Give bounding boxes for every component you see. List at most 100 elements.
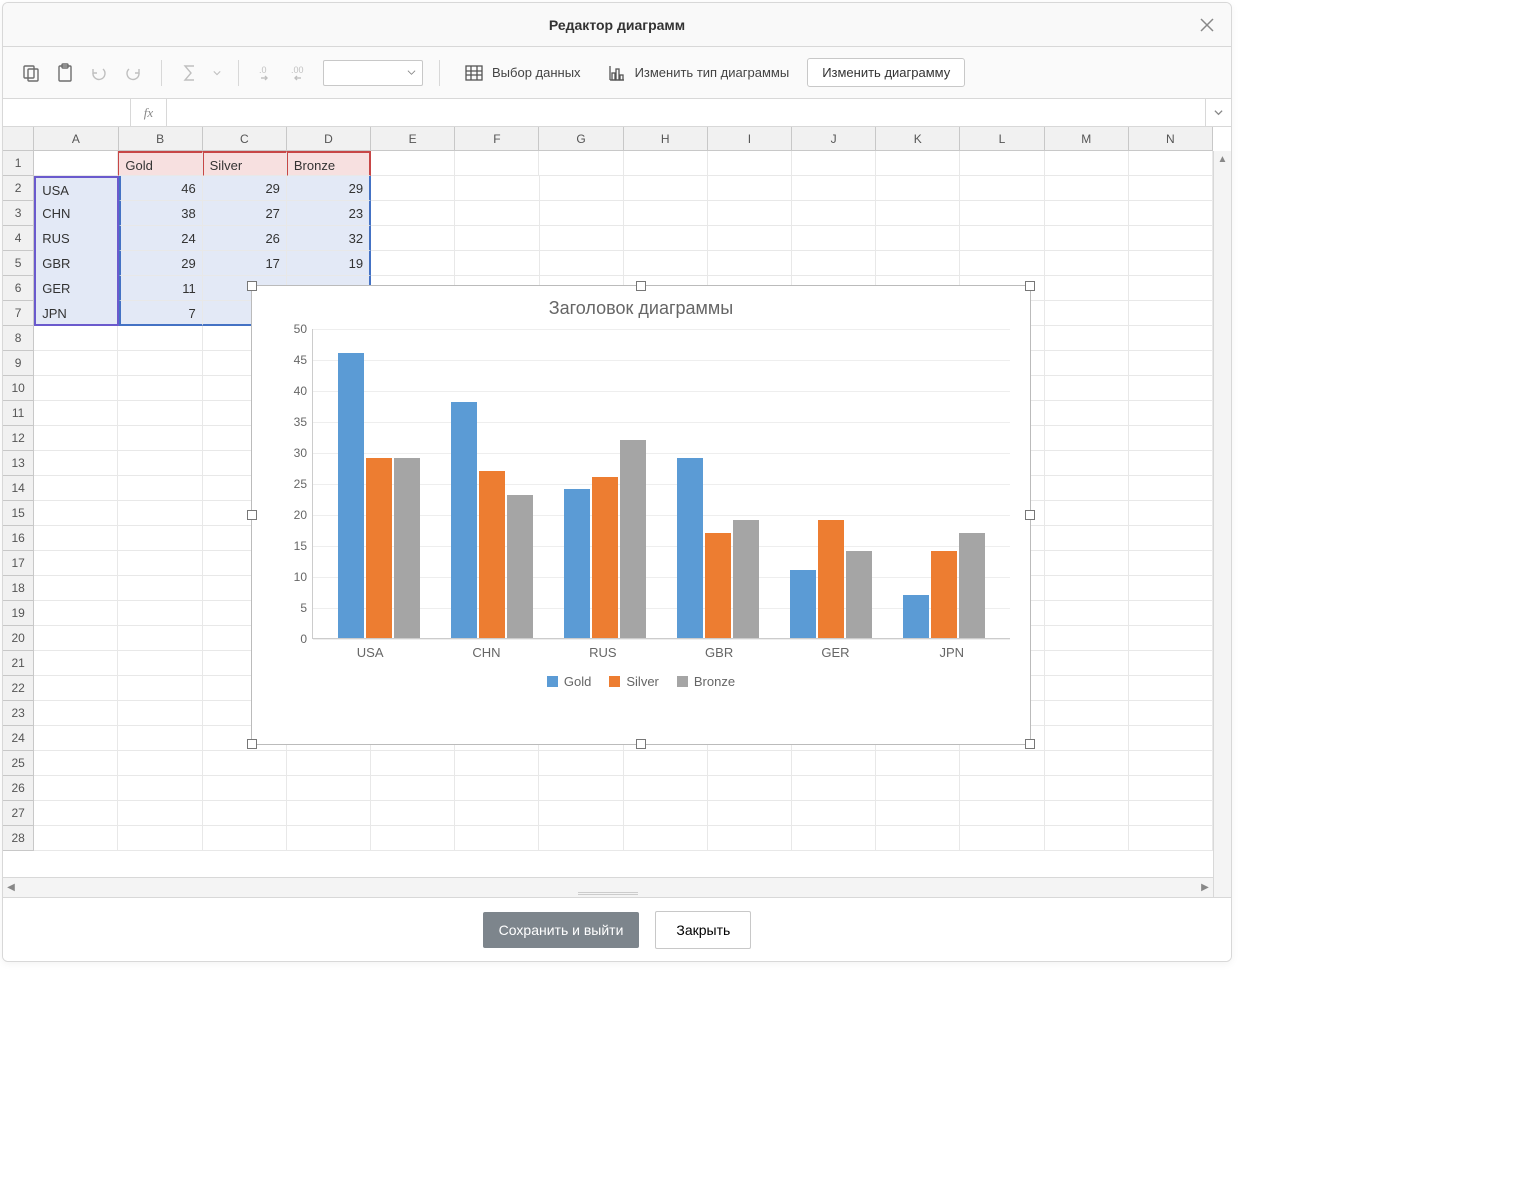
cell[interactable] bbox=[34, 826, 118, 851]
cell[interactable] bbox=[1045, 801, 1129, 826]
cell[interactable] bbox=[34, 676, 118, 701]
column-header[interactable]: F bbox=[455, 127, 539, 150]
cell[interactable] bbox=[1045, 176, 1129, 201]
cell[interactable] bbox=[1129, 701, 1213, 726]
cell[interactable] bbox=[34, 801, 118, 826]
cell[interactable] bbox=[287, 801, 371, 826]
cell[interactable] bbox=[960, 226, 1044, 251]
legend-item[interactable]: Gold bbox=[547, 674, 591, 689]
cell[interactable] bbox=[455, 201, 539, 226]
cell[interactable] bbox=[1045, 151, 1129, 176]
cell[interactable] bbox=[1045, 426, 1129, 451]
cell[interactable] bbox=[118, 476, 202, 501]
cell[interactable] bbox=[1129, 251, 1213, 276]
cell[interactable] bbox=[34, 576, 118, 601]
row-header[interactable]: 25 bbox=[3, 751, 34, 776]
cell[interactable] bbox=[1129, 776, 1213, 801]
cell[interactable] bbox=[455, 251, 539, 276]
cell[interactable]: 19 bbox=[287, 251, 371, 276]
sheet-splitter-icon[interactable] bbox=[578, 892, 638, 895]
cell[interactable] bbox=[1129, 726, 1213, 751]
cell[interactable] bbox=[876, 201, 960, 226]
cell[interactable] bbox=[708, 826, 792, 851]
column-header[interactable]: H bbox=[624, 127, 708, 150]
chart-bar[interactable] bbox=[959, 533, 985, 638]
cell[interactable]: 46 bbox=[119, 176, 203, 201]
column-header[interactable]: D bbox=[287, 127, 371, 150]
cell[interactable] bbox=[1045, 501, 1129, 526]
cell[interactable] bbox=[34, 351, 118, 376]
cell[interactable] bbox=[624, 751, 708, 776]
cell[interactable] bbox=[1129, 376, 1213, 401]
cell[interactable] bbox=[34, 326, 118, 351]
cell[interactable] bbox=[792, 826, 876, 851]
row-header[interactable]: 14 bbox=[3, 476, 34, 501]
row-header[interactable]: 1 bbox=[3, 151, 34, 176]
cell[interactable] bbox=[1129, 651, 1213, 676]
change-chart-type-button[interactable]: Изменить тип диаграммы bbox=[599, 59, 798, 87]
cell[interactable]: GER bbox=[34, 276, 118, 301]
cell[interactable] bbox=[624, 201, 708, 226]
cell[interactable]: JPN bbox=[34, 301, 118, 326]
formula-expand-icon[interactable] bbox=[1205, 99, 1231, 126]
cell[interactable] bbox=[708, 176, 792, 201]
cell[interactable] bbox=[960, 201, 1044, 226]
scroll-up-icon[interactable]: ▲ bbox=[1214, 151, 1231, 167]
cell[interactable] bbox=[1045, 601, 1129, 626]
cell[interactable] bbox=[960, 826, 1044, 851]
cell[interactable] bbox=[34, 701, 118, 726]
cell[interactable] bbox=[1129, 751, 1213, 776]
save-and-exit-button[interactable]: Сохранить и выйти bbox=[483, 912, 640, 948]
resize-handle[interactable] bbox=[247, 739, 257, 749]
cell[interactable] bbox=[1129, 276, 1213, 301]
cell[interactable] bbox=[1129, 426, 1213, 451]
cell[interactable] bbox=[34, 501, 118, 526]
row-header[interactable]: 18 bbox=[3, 576, 34, 601]
cell[interactable]: 32 bbox=[287, 226, 371, 251]
cell[interactable] bbox=[287, 751, 371, 776]
cell[interactable] bbox=[118, 651, 202, 676]
resize-handle[interactable] bbox=[247, 281, 257, 291]
chart-bar[interactable] bbox=[733, 520, 759, 638]
row-header[interactable]: 4 bbox=[3, 226, 34, 251]
column-header[interactable]: A bbox=[34, 127, 118, 150]
cell[interactable] bbox=[118, 701, 202, 726]
close-button[interactable]: Закрыть bbox=[655, 911, 751, 949]
cell[interactable] bbox=[1045, 701, 1129, 726]
cell[interactable] bbox=[455, 176, 539, 201]
column-header[interactable]: G bbox=[539, 127, 623, 150]
cell[interactable] bbox=[624, 251, 708, 276]
cell[interactable] bbox=[792, 226, 876, 251]
cell[interactable] bbox=[118, 676, 202, 701]
cell[interactable] bbox=[34, 551, 118, 576]
cell[interactable] bbox=[624, 826, 708, 851]
cell[interactable] bbox=[371, 201, 455, 226]
cell[interactable] bbox=[1129, 226, 1213, 251]
cell[interactable] bbox=[960, 176, 1044, 201]
cell[interactable] bbox=[1129, 326, 1213, 351]
cell[interactable]: 29 bbox=[287, 176, 371, 201]
chart-object[interactable]: Заголовок диаграммы 05101520253035404550… bbox=[251, 285, 1031, 745]
cell[interactable] bbox=[287, 776, 371, 801]
cell[interactable] bbox=[1129, 451, 1213, 476]
cell[interactable] bbox=[1045, 201, 1129, 226]
cell[interactable] bbox=[960, 151, 1044, 176]
resize-handle[interactable] bbox=[636, 739, 646, 749]
cell[interactable] bbox=[455, 801, 539, 826]
row-header[interactable]: 11 bbox=[3, 401, 34, 426]
column-header[interactable]: B bbox=[119, 127, 203, 150]
scroll-left-icon[interactable]: ◀ bbox=[3, 878, 19, 897]
chart-bar[interactable] bbox=[677, 458, 703, 638]
cell[interactable] bbox=[34, 626, 118, 651]
cell[interactable] bbox=[876, 751, 960, 776]
cell[interactable] bbox=[708, 251, 792, 276]
cell[interactable] bbox=[34, 726, 118, 751]
cell[interactable] bbox=[1045, 751, 1129, 776]
scroll-right-icon[interactable]: ▶ bbox=[1197, 878, 1213, 897]
cell[interactable]: 24 bbox=[119, 226, 203, 251]
legend-item[interactable]: Bronze bbox=[677, 674, 735, 689]
resize-handle[interactable] bbox=[636, 281, 646, 291]
cell[interactable] bbox=[539, 776, 623, 801]
row-header[interactable]: 22 bbox=[3, 676, 34, 701]
cell[interactable] bbox=[118, 376, 202, 401]
